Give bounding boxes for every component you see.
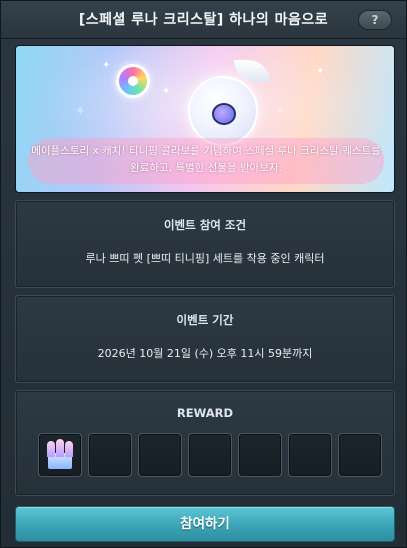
reward-slot-4[interactable]	[188, 433, 232, 477]
period-text: 2026년 10월 21일 (수) 오후 11시 59분까지	[97, 347, 313, 360]
window-title: [스페셜 루나 크리스탈] 하나의 마음으로	[78, 12, 329, 28]
sparkle-icon: ✦	[316, 66, 325, 77]
banner-caption: 메이플스토리 x 캐치! 티니핑 콜라보를 기념하여 스페셜 루나 크리스탈 퀘…	[31, 145, 381, 174]
event-banner: ✦ ✦ ✧ ✧ ✦ 메이플스토리 x 캐치! 티니핑 콜라보를 기념하여 스페셜…	[15, 45, 395, 193]
title-bar: [스페셜 루나 크리스탈] 하나의 마음으로 ?	[1, 1, 406, 39]
event-window: [스페셜 루나 크리스탈] 하나의 마음으로 ? ✦ ✦ ✧ ✧ ✦ 메이플스토…	[0, 0, 407, 548]
sparkle-icon: ✦	[102, 60, 111, 71]
luna-crystal-orb-icon	[188, 76, 258, 146]
sparkle-icon: ✧	[276, 106, 285, 117]
reward-slot-6[interactable]	[288, 433, 332, 477]
help-button[interactable]: ?	[358, 10, 392, 30]
sparkle-icon: ✧	[76, 106, 85, 117]
reward-slot-7[interactable]	[338, 433, 382, 477]
reward-slot-1[interactable]	[38, 433, 82, 477]
period-panel: 이벤트 기간 2026년 10월 21일 (수) 오후 11시 59분까지	[15, 295, 395, 383]
rainbow-crystal-icon	[116, 64, 150, 98]
castle-tower	[65, 441, 73, 457]
condition-title: 이벤트 참여 조건	[163, 218, 247, 232]
period-title: 이벤트 기간	[176, 313, 234, 327]
castle-tower	[47, 441, 55, 457]
crystal-shine	[128, 76, 138, 86]
orb-pet-figure-icon	[212, 103, 236, 125]
reward-slot-3[interactable]	[138, 433, 182, 477]
condition-panel: 이벤트 참여 조건 루나 쁘띠 펫 [쁘띠 티니핑] 세트를 착용 중인 캐릭터	[15, 200, 395, 288]
condition-text: 루나 쁘띠 펫 [쁘띠 티니핑] 세트를 착용 중인 캐릭터	[85, 252, 325, 265]
join-button-label: 참여하기	[180, 516, 230, 532]
castle-item-icon	[44, 439, 76, 471]
reward-slot-2[interactable]	[88, 433, 132, 477]
sparkle-icon: ✦	[162, 86, 171, 97]
reward-title: REWARD	[176, 406, 234, 420]
join-button[interactable]: 참여하기	[15, 506, 395, 542]
castle-tower	[56, 439, 64, 457]
reward-slot-5[interactable]	[238, 433, 282, 477]
